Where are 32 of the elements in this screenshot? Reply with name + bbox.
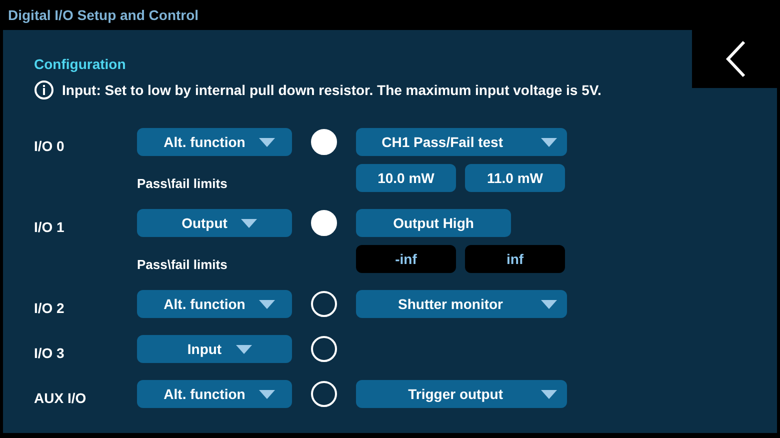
function-dropdown[interactable]: CH1 Pass/Fail test (356, 128, 567, 156)
back-button[interactable] (692, 30, 780, 88)
window-title: Digital I/O Setup and Control (8, 7, 199, 23)
function-dropdown[interactable]: Shutter monitor (356, 290, 567, 318)
mode-dropdown[interactable]: Alt. function (137, 128, 292, 156)
limits-label: Pass\fail limits (137, 174, 228, 190)
channel-label: I/O 3 (34, 344, 64, 361)
channel-label: AUX I/O (34, 389, 86, 406)
dropdown-caret-icon (259, 138, 276, 146)
dropdown-caret-icon (241, 218, 258, 228)
mode-dropdown[interactable]: Input (137, 335, 292, 363)
mode-dropdown[interactable]: Alt. function (137, 380, 292, 408)
section-title: Configuration (34, 56, 126, 74)
dropdown-caret-icon (541, 390, 557, 398)
dropdown-caret-icon (541, 138, 557, 146)
dropdown-caret-icon (236, 344, 252, 354)
channel-label: I/O 0 (34, 137, 64, 154)
dropdown-caret-icon (259, 390, 276, 398)
back-chevron-icon (725, 40, 747, 78)
mode-dropdown[interactable]: Alt. function (137, 290, 292, 318)
channel-label: I/O 1 (34, 218, 64, 235)
limit-value[interactable]: 10.0 mW (356, 164, 456, 192)
dropdown-caret-icon (541, 300, 557, 308)
limits-label: Pass\fail limits (137, 256, 228, 272)
info-icon (34, 80, 54, 100)
function-dropdown[interactable]: Trigger output (356, 380, 567, 408)
output-button[interactable]: Output High (356, 209, 511, 237)
info-text: Input: Set to low by internal pull down resistor. The maximum input voltage is 5V. (62, 82, 602, 98)
mode-dropdown[interactable]: Output (137, 209, 292, 237)
dropdown-caret-icon (259, 300, 276, 308)
limit-value[interactable]: 11.0 mW (465, 164, 565, 192)
channel-label: I/O 2 (34, 299, 64, 316)
